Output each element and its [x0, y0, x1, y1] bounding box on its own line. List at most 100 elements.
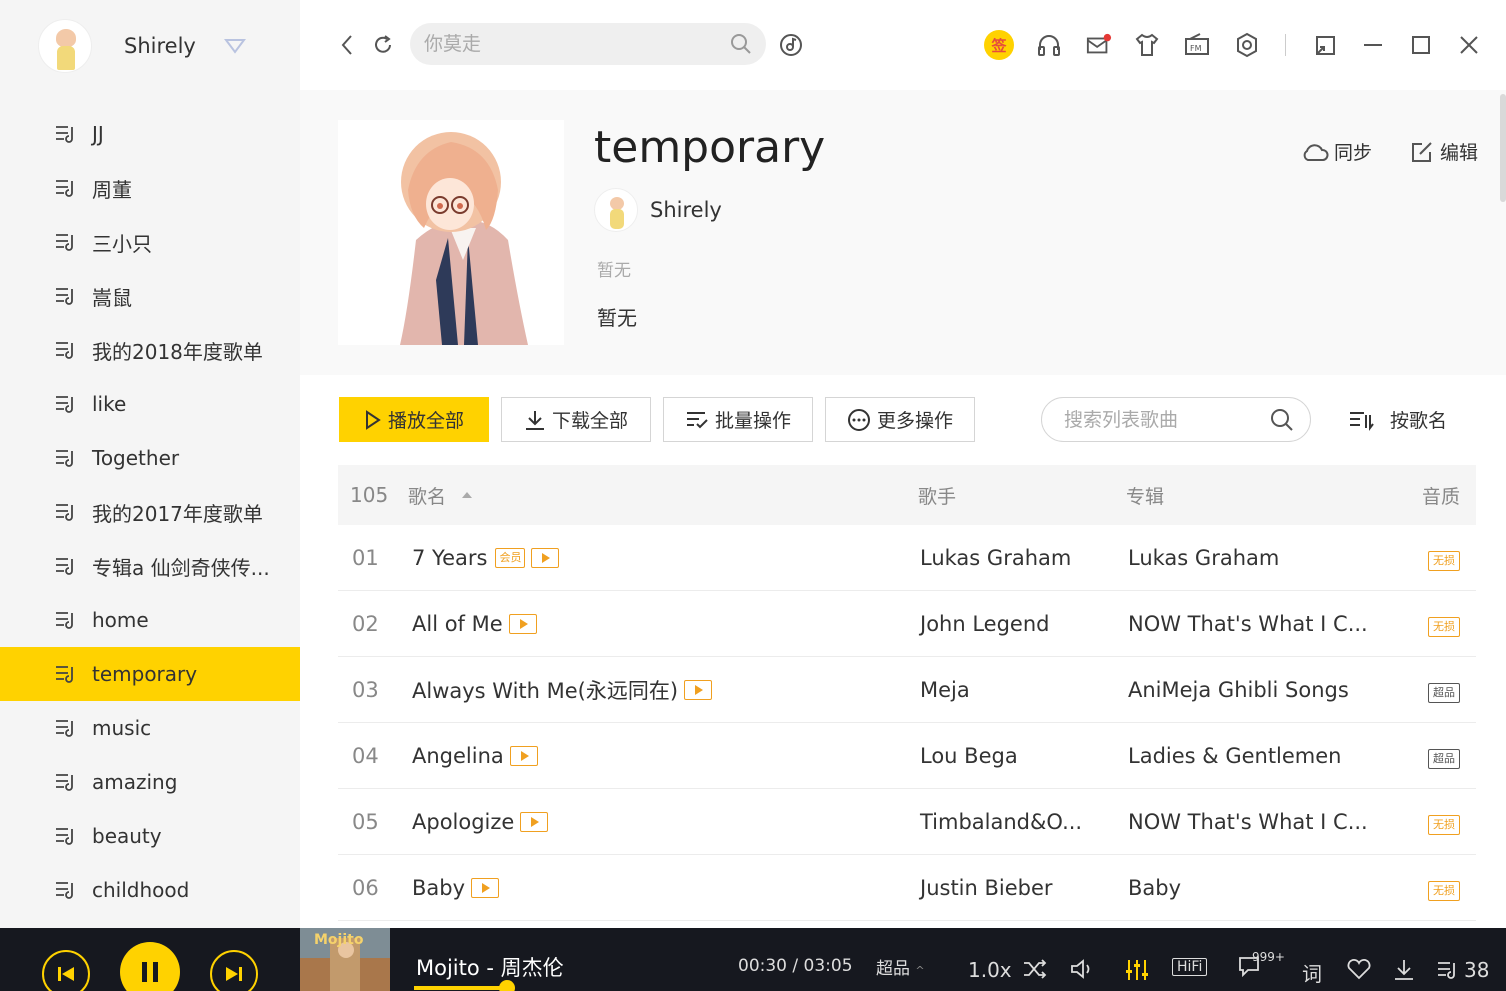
sidebar-item-playlist[interactable]: Together — [0, 431, 300, 485]
table-row[interactable]: 04 Angelina Lou Bega Ladies & Gentlemen 超品 — [338, 723, 1476, 789]
song-name-cell[interactable]: Baby — [412, 876, 500, 900]
album-name[interactable]: NOW That's What I C... — [1128, 612, 1368, 636]
next-button[interactable] — [210, 950, 258, 991]
sidebar-item-playlist[interactable]: music — [0, 701, 300, 755]
minimize-icon[interactable] — [1360, 32, 1386, 58]
mail-icon[interactable] — [1086, 32, 1112, 58]
sidebar-item-playlist[interactable]: home — [0, 593, 300, 647]
progress-bar[interactable] — [414, 986, 507, 990]
sidebar-item-playlist[interactable]: 周董 — [0, 161, 300, 215]
download-icon[interactable] — [1392, 958, 1416, 982]
mv-play-icon[interactable] — [508, 613, 537, 634]
sidebar-item-playlist[interactable]: temporary — [0, 647, 300, 701]
comment-button[interactable]: 999+ — [1238, 950, 1285, 978]
song-name[interactable]: 7 Years — [412, 546, 487, 570]
sidebar-item-playlist[interactable]: JJ — [0, 107, 300, 161]
sidebar-item-playlist[interactable]: like — [0, 377, 300, 431]
song-name[interactable]: Baby — [412, 876, 465, 900]
album-name[interactable]: Ladies & Gentlemen — [1128, 744, 1342, 768]
hifi-button[interactable]: HiFi — [1172, 958, 1208, 976]
table-row[interactable]: 01 7 Years 会员 Lukas Graham Lukas Graham 无损 — [338, 525, 1476, 591]
edit-button[interactable]: 编辑 — [1410, 138, 1478, 165]
list-search-input[interactable] — [1064, 408, 1264, 431]
table-row[interactable]: 05 Apologize Timbaland&O... NOW That's What… — [338, 789, 1476, 855]
mv-play-icon[interactable] — [471, 877, 500, 898]
sync-button[interactable]: 同步 — [1300, 138, 1372, 165]
now-playing-cover[interactable]: Mojito — [300, 928, 390, 991]
fm-radio-icon[interactable]: FM — [1184, 32, 1210, 58]
header-artist[interactable]: 歌手 — [918, 482, 956, 509]
sidebar-item-playlist[interactable]: childhood — [0, 863, 300, 917]
sidebar-item-playlist[interactable]: 三小只 — [0, 215, 300, 269]
headphone-icon[interactable] — [1036, 32, 1062, 58]
previous-button[interactable] — [42, 950, 90, 991]
artist-name[interactable]: Lukas Graham — [920, 546, 1071, 570]
mv-play-icon[interactable] — [684, 679, 713, 700]
sidebar-item-playlist[interactable]: 我的2017年度歌单 — [0, 485, 300, 539]
mv-play-icon[interactable] — [520, 811, 549, 832]
scrollbar[interactable] — [1500, 94, 1506, 202]
album-name[interactable]: Baby — [1128, 876, 1181, 900]
album-name[interactable]: AniMeja Ghibli Songs — [1128, 678, 1349, 702]
creator-name[interactable]: Shirely — [650, 198, 722, 222]
search-bar[interactable] — [410, 23, 766, 65]
sidebar-item-playlist[interactable]: 嵩鼠 — [0, 269, 300, 323]
username[interactable]: Shirely — [124, 34, 196, 58]
table-row[interactable]: 06 Baby Justin Bieber Baby 无损 — [338, 855, 1476, 921]
artist-name[interactable]: John Legend — [920, 612, 1049, 636]
header-name[interactable]: 歌名 — [408, 482, 473, 509]
song-name-cell[interactable]: Always With Me(永远同在) — [412, 675, 713, 705]
header-quality[interactable]: 音质 — [1422, 482, 1460, 509]
artist-name[interactable]: Meja — [920, 678, 970, 702]
recognize-music-icon[interactable] — [778, 32, 804, 58]
sign-in-icon[interactable]: 签 — [984, 30, 1014, 60]
song-name[interactable]: Always With Me(永远同在) — [412, 675, 678, 705]
search-icon[interactable] — [1270, 408, 1294, 432]
download-all-button[interactable]: 下载全部 — [501, 397, 651, 442]
settings-icon[interactable] — [1234, 32, 1260, 58]
batch-operation-button[interactable]: 批量操作 — [663, 397, 813, 442]
song-name[interactable]: All of Me — [412, 612, 503, 636]
list-search[interactable] — [1041, 397, 1311, 442]
pause-button[interactable] — [120, 942, 180, 991]
album-name[interactable]: Lukas Graham — [1128, 546, 1279, 570]
user-profile[interactable]: Shirely — [38, 18, 246, 74]
search-input[interactable] — [424, 33, 714, 55]
artist-name[interactable]: Justin Bieber — [920, 876, 1053, 900]
sort-by-name-button[interactable]: 按歌名 — [1348, 397, 1447, 442]
song-name-cell[interactable]: Apologize — [412, 810, 549, 834]
artist-name[interactable]: Timbaland&O... — [920, 810, 1082, 834]
progress-handle[interactable] — [499, 980, 515, 991]
avatar[interactable] — [38, 19, 92, 73]
favorite-icon[interactable] — [1346, 958, 1372, 980]
mv-play-icon[interactable] — [531, 547, 560, 568]
song-name-cell[interactable]: All of Me — [412, 612, 537, 636]
playlist-cover[interactable] — [338, 120, 564, 345]
skin-shirt-icon[interactable] — [1134, 32, 1160, 58]
now-playing-title[interactable]: Mojito - 周杰伦 — [416, 952, 564, 982]
album-name[interactable]: NOW That's What I C... — [1128, 810, 1368, 834]
quality-selector[interactable]: 超品 ^ — [876, 954, 925, 979]
sidebar-item-playlist[interactable]: amazing — [0, 755, 300, 809]
song-name-cell[interactable]: Angelina — [412, 744, 538, 768]
mv-play-icon[interactable] — [509, 745, 538, 766]
search-icon[interactable] — [730, 33, 752, 55]
song-name[interactable]: Angelina — [412, 744, 504, 768]
close-icon[interactable] — [1456, 32, 1482, 58]
header-album[interactable]: 专辑 — [1126, 482, 1164, 509]
table-row[interactable]: 03 Always With Me(永远同在) Meja AniMeja Ghibli… — [338, 657, 1476, 723]
sidebar-item-playlist[interactable]: 我的2018年度歌单 — [0, 323, 300, 377]
table-row[interactable]: 02 All of Me John Legend NOW That's What I … — [338, 591, 1476, 657]
lyric-button[interactable]: 词 — [1302, 958, 1322, 987]
play-all-button[interactable]: 播放全部 — [339, 397, 489, 442]
playlist-creator[interactable]: Shirely — [594, 188, 722, 232]
back-icon[interactable] — [334, 32, 360, 58]
song-name-cell[interactable]: 7 Years 会员 — [412, 546, 560, 570]
equalizer-icon[interactable] — [1124, 958, 1150, 982]
speed-button[interactable]: 1.0x — [968, 958, 1012, 982]
song-name[interactable]: Apologize — [412, 810, 514, 834]
refresh-icon[interactable] — [370, 32, 396, 58]
volume-icon[interactable] — [1070, 958, 1096, 980]
sidebar-item-playlist[interactable]: beauty — [0, 809, 300, 863]
maximize-icon[interactable] — [1408, 32, 1434, 58]
